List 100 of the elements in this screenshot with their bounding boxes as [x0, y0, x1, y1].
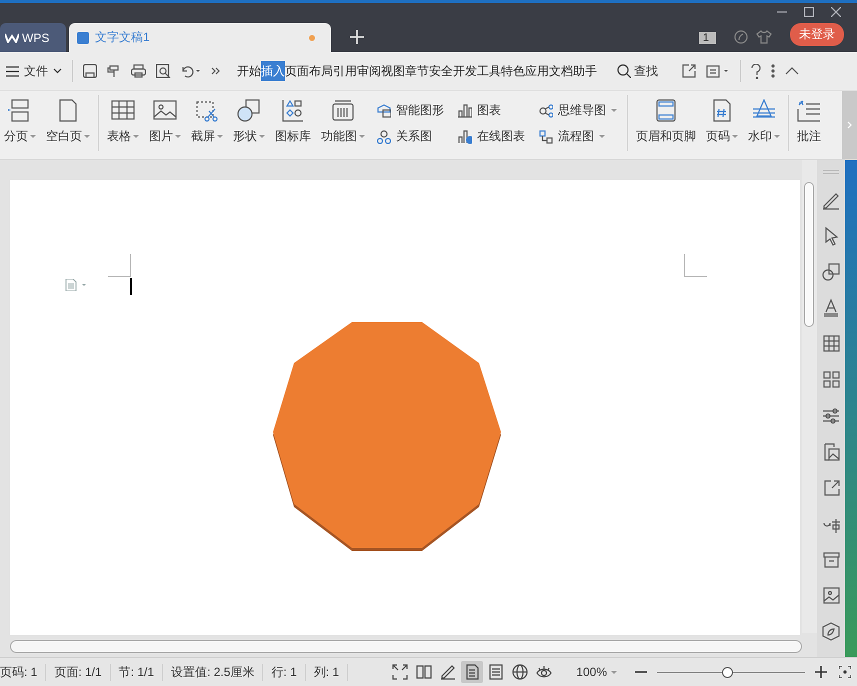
corner-mark — [108, 254, 131, 277]
format-painter-icon[interactable] — [107, 64, 121, 78]
table-icon[interactable] — [822, 334, 840, 354]
search-button[interactable]: 查找 — [617, 62, 658, 80]
ribbon-button[interactable]: 截屏 — [189, 99, 225, 145]
flowchart-icon — [539, 130, 553, 144]
pencil-icon — [440, 664, 456, 680]
ribbon-button[interactable]: 分页 — [2, 99, 38, 145]
share-icon[interactable] — [682, 64, 696, 78]
view-mode-button[interactable] — [461, 661, 484, 683]
add-note-icon[interactable] — [706, 64, 730, 78]
menu-tab[interactable]: 开发工具 — [453, 61, 501, 81]
menu-tab[interactable]: 审阅 — [357, 61, 381, 81]
grid-icon[interactable] — [822, 370, 840, 390]
image-file-icon[interactable] — [822, 442, 840, 462]
menu-tab[interactable]: 安全 — [429, 61, 453, 81]
dropdown-caret-icon — [774, 135, 780, 138]
leaf-icon[interactable] — [822, 622, 840, 642]
ribbon-button[interactable]: 水印 — [746, 99, 782, 145]
menu-tab[interactable]: 视图 — [381, 61, 405, 81]
ribbon-button[interactable]: 思维导图 — [539, 102, 617, 119]
button-label: 批注 — [797, 128, 821, 145]
sliders-icon[interactable] — [822, 406, 840, 426]
ribbon-button[interactable]: 页码 — [704, 99, 740, 145]
horizontal-scrollbar[interactable] — [10, 640, 802, 653]
print-icon[interactable] — [131, 64, 146, 78]
print-preview-icon[interactable] — [156, 64, 171, 78]
picture-icon[interactable] — [822, 586, 840, 606]
text-style-icon[interactable] — [822, 298, 840, 318]
save-icon[interactable] — [83, 64, 97, 78]
drag-handle[interactable] — [823, 170, 839, 174]
zoom-dropdown[interactable]: 100% — [576, 665, 617, 679]
ribbon-button[interactable]: 流程图 — [539, 128, 617, 145]
maximize-icon[interactable] — [804, 7, 814, 17]
window-count-badge[interactable]: 1 — [698, 32, 716, 44]
button-label: 思维导图 — [558, 102, 606, 119]
button-label: 空白页 — [46, 128, 82, 145]
status-text: 节: 1/1 — [118, 664, 164, 680]
mind-map-icon — [539, 104, 553, 118]
slider-thumb[interactable] — [722, 666, 734, 678]
vertical-scrollbar[interactable] — [802, 160, 817, 633]
fit-window-icon[interactable] — [839, 666, 851, 678]
skin-icon[interactable] — [734, 30, 748, 44]
undo-icon[interactable] — [181, 64, 201, 78]
dropdown-caret-icon — [30, 135, 36, 138]
close-icon[interactable] — [831, 7, 841, 17]
ribbon-button[interactable]: 空白页 — [44, 99, 92, 145]
menu-tab[interactable]: 页面布局 — [285, 61, 333, 81]
dropdown-caret-icon — [175, 135, 181, 138]
online-chart-icon — [458, 130, 472, 144]
button-label: 流程图 — [558, 128, 594, 145]
dropdown-caret-icon — [611, 109, 617, 112]
ribbon-button[interactable]: 在线图表 — [458, 128, 525, 145]
corner-mark — [684, 254, 707, 277]
book-icon — [416, 664, 432, 680]
scrollbar-thumb[interactable] — [804, 182, 814, 327]
ribbon-button[interactable]: 图标库 — [273, 99, 313, 145]
shapes-icon[interactable] — [822, 262, 840, 282]
menu-tab[interactable]: 引用 — [333, 61, 357, 81]
ribbon-button[interactable]: 表格 — [105, 99, 141, 145]
globe-icon — [512, 664, 528, 680]
logo-icon — [5, 32, 19, 42]
menu-tab[interactable]: 章节 — [405, 61, 429, 81]
file-label: 文件 — [24, 62, 48, 80]
ribbon-button[interactable]: 页眉和页脚 — [634, 99, 698, 145]
archive-icon[interactable] — [822, 550, 840, 570]
ribbon-button[interactable]: 批注 — [795, 99, 823, 145]
button-label: 形状 — [233, 128, 257, 145]
zoom-in-icon[interactable] — [815, 666, 827, 678]
status-text: 设置值: 2.5厘米 — [171, 664, 264, 680]
button-label: 页码 — [706, 128, 730, 145]
more-icon[interactable] — [211, 66, 221, 76]
shirt-icon[interactable] — [756, 30, 772, 44]
outline-icon — [488, 664, 504, 680]
file-menu-button[interactable]: 文件 — [6, 62, 62, 80]
decagon-shape[interactable] — [272, 320, 504, 554]
document-icon — [77, 32, 89, 44]
ribbon-button[interactable]: 图片 — [147, 99, 183, 145]
share-icon[interactable] — [822, 478, 840, 498]
menu-tab[interactable]: 特色应用 — [501, 61, 549, 81]
help-icon[interactable] — [751, 64, 761, 78]
login-button[interactable]: 未登录 — [790, 23, 844, 46]
ribbon-button[interactable]: 关系图 — [377, 128, 444, 145]
ribbon-button[interactable]: 功能图 — [319, 99, 367, 145]
bar-chart-icon — [458, 104, 472, 118]
more-options-icon[interactable] — [771, 64, 775, 78]
add-tab-icon[interactable] — [350, 30, 364, 44]
button-label: 智能图形 — [396, 102, 444, 119]
dropdown-caret-icon — [259, 135, 265, 138]
ribbon-button[interactable]: 图表 — [458, 102, 525, 119]
ribbon-button[interactable]: 形状 — [231, 99, 267, 145]
collapse-icon[interactable] — [785, 67, 799, 75]
icon-library-icon — [281, 99, 305, 122]
table-icon — [111, 99, 135, 122]
menu-tab[interactable]: 插入 — [261, 61, 285, 81]
dropdown-caret-icon — [599, 135, 605, 138]
ribbon-button[interactable]: 智能图形 — [377, 102, 444, 119]
menu-tab[interactable]: 开始 — [237, 61, 261, 81]
menu-tab[interactable]: 文档助手 — [549, 61, 597, 81]
home-tab[interactable]: WPS — [0, 23, 66, 52]
